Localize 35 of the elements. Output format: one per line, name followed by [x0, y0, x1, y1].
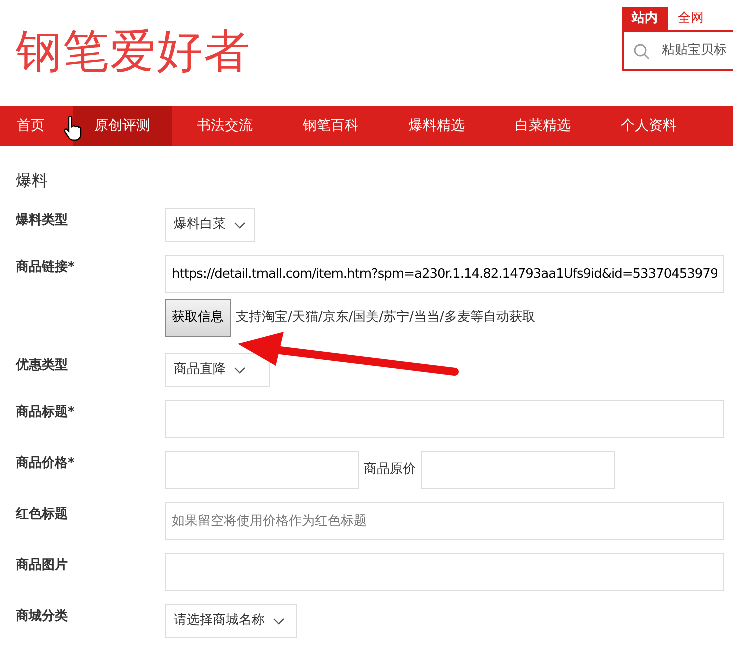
- nav-link[interactable]: 原创评测: [73, 106, 172, 146]
- chevron-down-icon: [234, 366, 246, 374]
- dropdown[interactable]: 商品直降: [165, 353, 270, 387]
- field-label: 爆料类型: [16, 213, 68, 228]
- search-scope-tab[interactable]: 全网: [668, 7, 714, 30]
- nav-link[interactable]: 书法交流: [172, 106, 278, 146]
- nav-link[interactable]: 个人资料: [596, 106, 702, 146]
- input-field[interactable]: [165, 400, 724, 438]
- field-label: 优惠类型: [16, 358, 68, 373]
- input-field[interactable]: 如果留空将使用价格作为红色标题: [165, 502, 724, 540]
- field-label: 商品标题*: [16, 405, 75, 420]
- field-label: 红色标题: [16, 507, 68, 522]
- chevron-down-icon: [273, 618, 285, 624]
- field-label: 商城分类: [16, 609, 68, 624]
- search-scope-tab[interactable]: 站内: [622, 7, 668, 30]
- input-field[interactable]: [421, 451, 615, 489]
- site-logo[interactable]: 钢笔爱好者: [0, 0, 251, 80]
- nav-link[interactable]: 钢笔百科: [278, 106, 384, 146]
- dropdown[interactable]: 请选择商城名称: [165, 604, 297, 638]
- input-field[interactable]: [165, 553, 724, 591]
- fetch-info-button[interactable]: 获取信息: [165, 299, 231, 337]
- dropdown[interactable]: 爆料白菜: [165, 208, 255, 242]
- field-label: 商品价格*: [16, 456, 75, 471]
- hand-cursor-icon: [64, 116, 82, 142]
- help-text: 支持淘宝/天猫/京东/国美/苏宁/当当/多麦等自动获取: [235, 309, 536, 327]
- field-label: 商品原价: [363, 461, 417, 479]
- chevron-down-icon: [234, 222, 246, 228]
- input-field[interactable]: https://detail.tmall.com/item.htm?spm=a230r.1.14.82.14793aa1Ufs9id&id=53370453979: [165, 255, 724, 293]
- search-field[interactable]: 粘贴宝贝标: [622, 30, 733, 71]
- field-label: 商品图片: [16, 558, 68, 573]
- field-label: 商品链接*: [16, 260, 75, 275]
- input-field[interactable]: [165, 451, 359, 489]
- nav-link[interactable]: 白菜精选: [490, 106, 596, 146]
- nav-link[interactable]: 爆料精选: [384, 106, 490, 146]
- section-title: 爆料: [16, 171, 48, 190]
